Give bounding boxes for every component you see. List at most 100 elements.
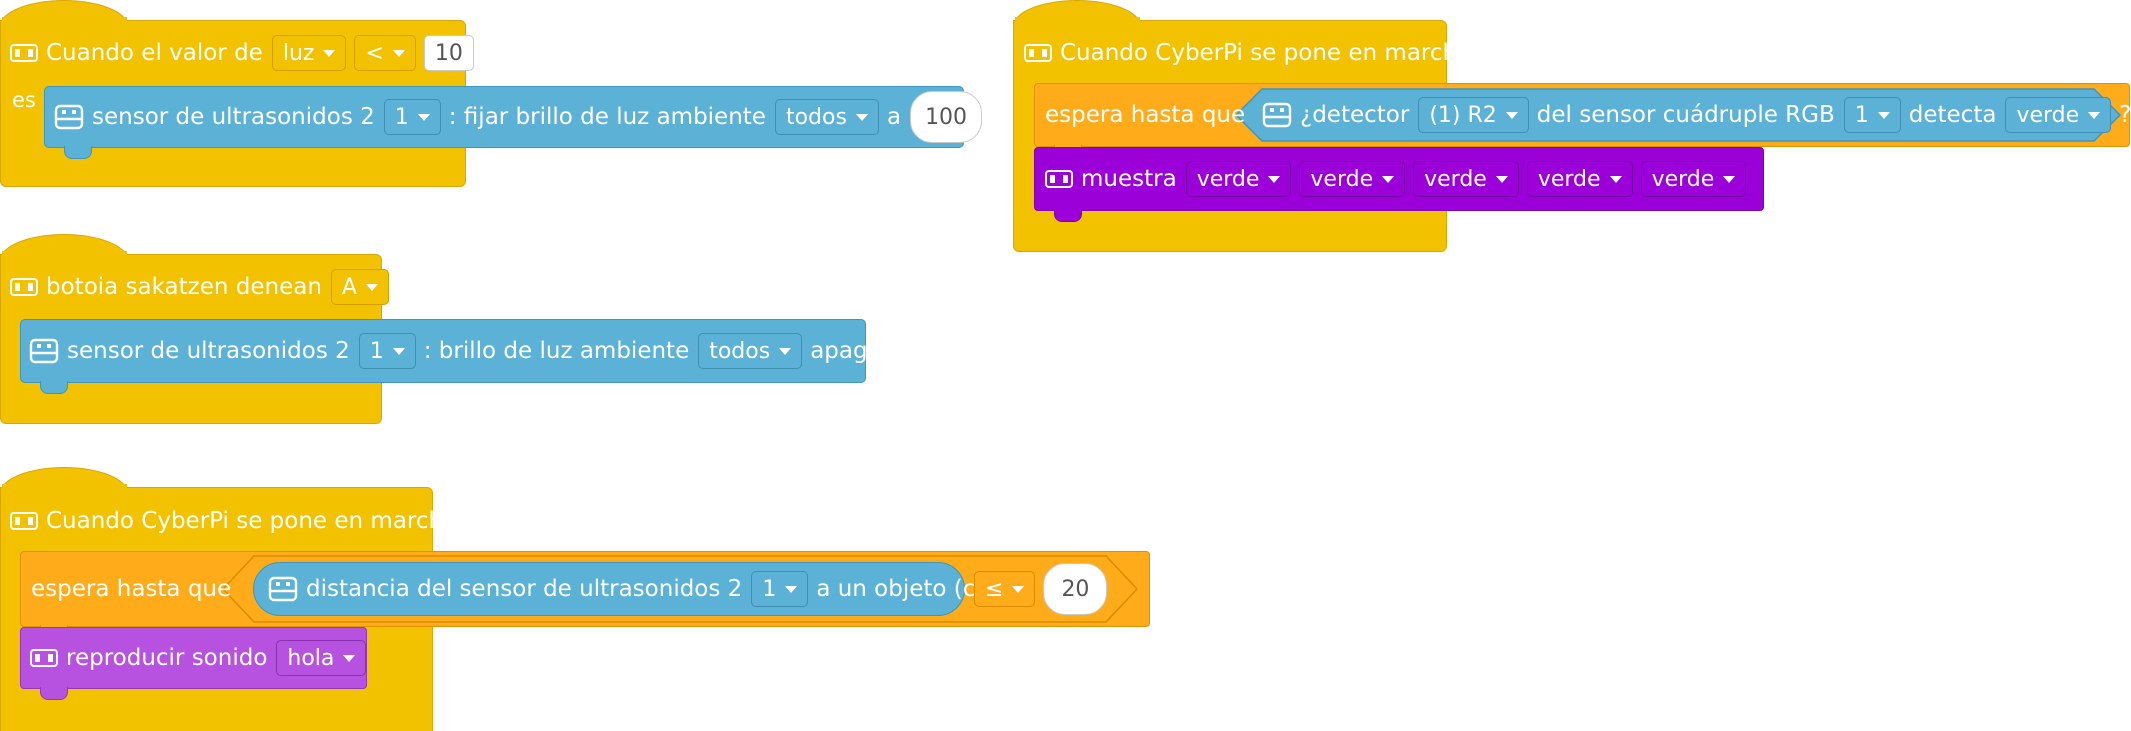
cyberpi-icon xyxy=(30,649,58,667)
dropdown-caret-icon xyxy=(1012,585,1025,593)
distance-input[interactable]: 20 xyxy=(1043,563,1108,615)
connector-label: a xyxy=(886,104,902,130)
hat-row: Cuando el valor de luz < 10 xyxy=(10,33,482,73)
dropdown-caret-icon xyxy=(343,654,356,662)
led-color-value: verde xyxy=(1196,166,1260,192)
dropdown-caret-icon xyxy=(855,113,868,121)
dropdown-caret-icon xyxy=(1609,175,1622,183)
sensor-icon xyxy=(29,338,59,364)
led-color-value: verde xyxy=(1310,166,1374,192)
sound-label: reproducir sonido xyxy=(66,645,268,671)
hat-cap-cover xyxy=(1,251,127,257)
sensor-dropdown[interactable]: luz xyxy=(271,35,347,71)
cyberpi-icon xyxy=(10,512,38,530)
threshold-input[interactable]: 10 xyxy=(423,35,474,71)
port-dropdown[interactable]: 1 xyxy=(383,99,441,135)
cyberpi-icon xyxy=(10,44,38,62)
operator-dropdown[interactable]: < xyxy=(354,35,416,71)
action-label: : fijar brillo de luz ambiente xyxy=(448,104,766,130)
rgb-detect-row: ¿detector (1) R2 del sensor cuádruple RG… xyxy=(1262,94,2131,136)
state-label: apagada xyxy=(810,338,911,364)
cyberpi-icon xyxy=(10,278,38,296)
block-notch xyxy=(40,687,68,700)
color-dropdown[interactable]: verde xyxy=(2005,97,2112,133)
dropdown-caret-icon xyxy=(1877,111,1890,119)
hat-row: Cuando CyberPi se pone en marcha xyxy=(10,501,466,541)
button-value: A xyxy=(341,274,357,300)
led-color-dropdown-1[interactable]: verde xyxy=(1185,161,1292,197)
block-notch xyxy=(40,381,68,394)
sound-dropdown[interactable]: hola xyxy=(276,640,367,676)
led-color-dropdown-4[interactable]: verde xyxy=(1526,161,1633,197)
wait-label-row: espera hasta que xyxy=(31,568,240,610)
port-dropdown[interactable]: 1 xyxy=(751,571,809,607)
unit-label: % xyxy=(990,104,1012,130)
hat-cap-cover xyxy=(1,484,127,490)
predicate-label: ¿detector xyxy=(1300,102,1410,128)
target-value: todos xyxy=(785,104,847,130)
dropdown-caret-icon xyxy=(417,113,430,121)
c-label: es xyxy=(12,88,36,112)
dropdown-caret-icon xyxy=(2088,111,2101,119)
target-value: todos xyxy=(709,338,771,364)
sensor-icon xyxy=(54,104,84,130)
block-notch xyxy=(64,146,92,159)
led-color-value: verde xyxy=(1424,166,1487,192)
wait-label-row: espera hasta que xyxy=(1045,94,1254,136)
port-dropdown[interactable]: 1 xyxy=(358,333,416,369)
cyberpi-icon xyxy=(1024,44,1052,62)
block-label: sensor de ultrasonidos 2 xyxy=(92,104,375,130)
hat-label: Cuando CyberPi se pone en marcha xyxy=(46,508,458,534)
led-color-dropdown-2[interactable]: verde xyxy=(1299,161,1406,197)
block-notch xyxy=(1054,209,1082,222)
sensor-value: luz xyxy=(282,40,315,66)
hat-row: Cuando CyberPi se pone en marcha xyxy=(1024,33,1480,73)
hat-label: Cuando CyberPi se pone en marcha xyxy=(1060,40,1472,66)
block-label: sensor de ultrasonidos 2 xyxy=(67,338,350,364)
cyberpi-icon xyxy=(1045,170,1073,188)
dropdown-caret-icon xyxy=(392,49,405,57)
port-value: 1 xyxy=(762,576,777,602)
button-dropdown[interactable]: A xyxy=(330,269,389,305)
port-value: 1 xyxy=(369,338,384,364)
led-color-value: verde xyxy=(1651,166,1715,192)
dropdown-caret-icon xyxy=(392,347,405,355)
dropdown-caret-icon xyxy=(785,585,798,593)
action-label: : brillo de luz ambiente xyxy=(423,338,690,364)
target-dropdown[interactable]: todos xyxy=(698,333,803,369)
distance-row: distancia del sensor de ultrasonidos 2 1… xyxy=(268,568,1016,610)
port-dropdown[interactable]: 1 xyxy=(1843,97,1901,133)
color-value: verde xyxy=(2016,102,2080,128)
hat-label: botoia sakatzen denean xyxy=(46,274,322,300)
sensor-icon xyxy=(1262,102,1292,128)
hat-label: Cuando el valor de xyxy=(46,40,263,66)
hat-cap-cover xyxy=(1,17,127,23)
show-label: muestra xyxy=(1081,166,1177,192)
show-colors-row: muestra verde verde verde verde verde xyxy=(1045,158,1754,200)
sound-value: hola xyxy=(287,645,335,671)
dropdown-caret-icon xyxy=(1723,175,1736,183)
operator-dropdown[interactable]: ≤ xyxy=(974,571,1036,607)
channel-dropdown[interactable]: (1) R2 xyxy=(1418,97,1529,133)
hat-row: botoia sakatzen denean A xyxy=(10,267,397,307)
dropdown-caret-icon xyxy=(1505,111,1518,119)
predicate-verb: detecta xyxy=(1908,102,1997,128)
predicate-end: ? xyxy=(2119,102,2131,128)
brightness-input[interactable]: 100 xyxy=(910,91,983,143)
hat-cap-cover xyxy=(1014,17,1140,23)
led-color-dropdown-3[interactable]: verde xyxy=(1413,161,1519,197)
operator-value: < xyxy=(365,40,384,66)
target-dropdown[interactable]: todos xyxy=(774,99,879,135)
wait-label: espera hasta que xyxy=(31,576,232,602)
port-value: 1 xyxy=(1854,102,1869,128)
wait-label: espera hasta que xyxy=(1045,102,1246,128)
dropdown-caret-icon xyxy=(779,347,792,355)
brightness-off-row: sensor de ultrasonidos 2 1 : brillo de l… xyxy=(29,329,919,373)
sensor-icon xyxy=(268,576,298,602)
dropdown-caret-icon xyxy=(1268,175,1281,183)
dropdown-caret-icon xyxy=(1382,175,1395,183)
operator-value: ≤ xyxy=(985,576,1004,602)
predicate-middle: del sensor cuádruple RGB xyxy=(1536,102,1835,128)
led-color-dropdown-5[interactable]: verde xyxy=(1640,161,1747,197)
led-color-value: verde xyxy=(1537,166,1601,192)
